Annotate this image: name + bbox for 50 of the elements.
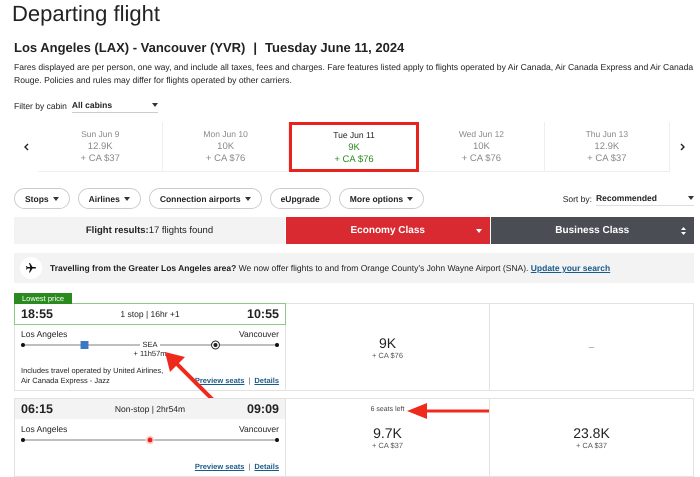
- date-option[interactable]: Sun Jun 9 12.9K + CA $37: [38, 122, 164, 172]
- caret-icon: [244, 196, 251, 200]
- results-count: 17 flights found: [148, 225, 214, 236]
- unavailable-mark: –: [588, 342, 594, 352]
- destination-city: Vancouver: [238, 424, 279, 434]
- caret-icon: [52, 196, 59, 200]
- page-title: Departing flight: [12, 0, 161, 28]
- filter-button[interactable]: Stops: [14, 188, 70, 209]
- origin-city: Los Angeles: [21, 424, 68, 434]
- departure-time: 18:55: [21, 307, 53, 321]
- points-price: 9K: [378, 334, 396, 350]
- sort-select[interactable]: Recommended: [596, 192, 694, 206]
- filter-button[interactable]: More options: [338, 188, 424, 209]
- notice-text: Travelling from the Greater Los Angeles area? We now offer flights to and from Orange County’s John Wayne Airport (SNA). Update your search: [50, 263, 610, 273]
- date-heading: Tuesday June 11, 2024: [265, 40, 404, 55]
- airplane-icon: [25, 262, 37, 274]
- caret-icon: [152, 103, 158, 107]
- sort-label: Sort by:: [562, 194, 592, 204]
- filter-label: Filter by cabin: [14, 101, 67, 111]
- caret-icon: [407, 196, 414, 200]
- origin-city: Los Angeles: [21, 329, 68, 339]
- caret-icon: [688, 196, 694, 200]
- chevron-right-icon: [680, 143, 685, 151]
- points-price: 9.7K: [373, 425, 402, 441]
- route-heading: Los Angeles (LAX) - Vancouver (YVR): [14, 40, 246, 55]
- arrival-time: 09:09: [247, 402, 279, 416]
- cabin-tab[interactable]: Business Class: [490, 217, 694, 244]
- caret-icon: [476, 228, 482, 232]
- filter-button[interactable]: eUpgrade: [270, 188, 331, 209]
- destination-city: Vancouver: [238, 329, 279, 339]
- cabin-tab[interactable]: Economy Class: [285, 217, 490, 244]
- departure-time: 06:15: [21, 402, 53, 416]
- date-option[interactable]: Thu Jun 13 12.9K + CA $37: [544, 122, 670, 172]
- flight-summary: Non-stop | 2hr54m: [114, 404, 186, 414]
- date-option[interactable]: Tue Jun 11 9K + CA $76: [288, 122, 420, 172]
- chevron-left-icon: [24, 143, 28, 151]
- points-price: 23.8K: [573, 425, 610, 441]
- date-option[interactable]: Mon Jun 10 10K + CA $76: [163, 122, 289, 172]
- fare-note: Fares displayed are per person, one way, and include all taxes, fees and charges. Fare features listed apply to flights operated by Air Canada, Air Canada Express and Air Canada Rouge. Policies and rules may differ for flights operated by other carriers.: [14, 61, 694, 87]
- date-option[interactable]: Wed Jun 12 10K + CA $76: [419, 122, 545, 172]
- sort-arrows-icon: [681, 226, 686, 234]
- update-search-link[interactable]: Update your search: [530, 263, 610, 273]
- separator: |: [253, 40, 258, 55]
- caret-icon: [124, 196, 130, 200]
- arrival-time: 10:55: [247, 307, 279, 321]
- cabin-select[interactable]: All cabins: [72, 99, 158, 113]
- filter-button[interactable]: Connection airports: [148, 188, 262, 209]
- results-label: Flight results:: [86, 225, 149, 236]
- filter-button[interactable]: Airlines: [78, 188, 141, 209]
- flight-summary: 1 stop | 16hr +1: [120, 309, 180, 319]
